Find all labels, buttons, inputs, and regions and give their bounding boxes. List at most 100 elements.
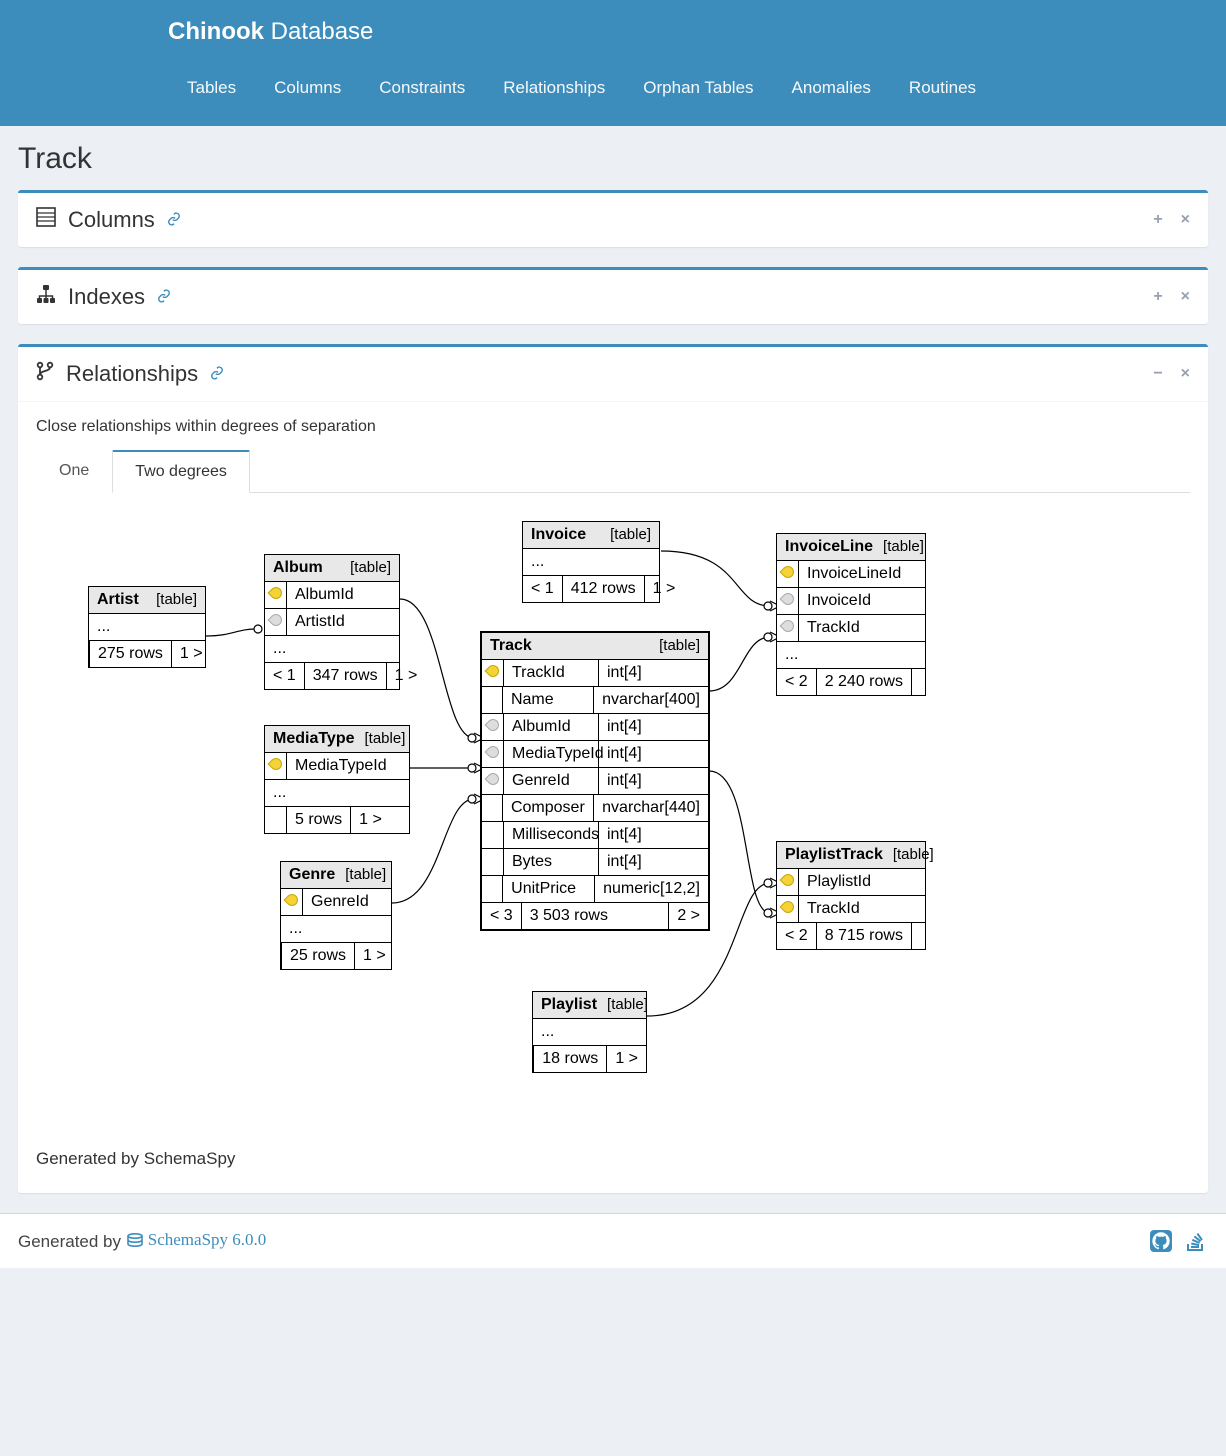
tab-two-degrees[interactable]: Two degrees	[112, 450, 250, 493]
primary-key-icon	[484, 663, 501, 680]
entity-invoiceline[interactable]: InvoiceLine[table] InvoiceLineId Invoice…	[776, 533, 926, 696]
foreign-key-icon	[267, 612, 284, 629]
column-name: Composer	[503, 795, 594, 821]
entity-type: [table]	[156, 591, 197, 608]
anchor-link-icon[interactable]	[157, 289, 171, 306]
branch-icon	[36, 361, 54, 387]
panel-header: Indexes + ×	[18, 270, 1208, 324]
ellipsis: ...	[265, 780, 294, 806]
column-name: TrackId	[504, 660, 599, 686]
column-type: int[4]	[599, 741, 650, 767]
entity-name: PlaylistTrack	[785, 846, 883, 864]
column-name: TrackId	[799, 615, 868, 641]
column-name: TrackId	[799, 896, 868, 922]
row-count: 5 rows	[287, 807, 351, 833]
primary-key-icon	[283, 892, 300, 909]
nav-relationships[interactable]: Relationships	[484, 68, 624, 108]
close-icon[interactable]: ×	[1181, 288, 1190, 306]
collapse-icon[interactable]: −	[1153, 365, 1162, 383]
entity-playlist[interactable]: Playlist[table] ... 18 rows 1 >	[532, 991, 647, 1073]
column-name: GenreId	[303, 889, 377, 915]
anchor-link-icon[interactable]	[167, 212, 181, 229]
page-footer: Generated by SchemaSpy 6.0.0	[0, 1213, 1226, 1268]
entity-type: [table]	[659, 637, 700, 654]
entity-mediatype[interactable]: MediaType[table] MediaTypeId ... 5 rows …	[264, 725, 410, 834]
entity-invoice[interactable]: Invoice[table] ... < 1 412 rows 1 >	[522, 521, 660, 603]
nav-routines[interactable]: Routines	[890, 68, 995, 108]
nav-constraints[interactable]: Constraints	[360, 68, 484, 108]
out-degree: 2 >	[669, 903, 708, 929]
entity-name: MediaType	[273, 730, 355, 748]
column-name: Name	[503, 687, 594, 713]
app-header: Chinook Database Tables Columns Constrai…	[0, 0, 1226, 126]
panel-title-text: Indexes	[68, 284, 145, 310]
column-name: InvoiceId	[799, 588, 879, 614]
entity-album[interactable]: Album[table] AlbumId ArtistId ... < 1 34…	[264, 554, 400, 690]
ellipsis: ...	[89, 614, 118, 640]
column-type: int[4]	[599, 822, 650, 848]
tab-one-degree[interactable]: One	[36, 450, 112, 493]
column-type: int[4]	[599, 768, 650, 794]
entity-name: Track	[490, 637, 532, 655]
close-icon[interactable]: ×	[1181, 365, 1190, 383]
stackoverflow-icon[interactable]	[1182, 1228, 1208, 1254]
foreign-key-icon	[779, 591, 796, 608]
relationships-description: Close relationships within degrees of se…	[36, 418, 1190, 436]
entity-type: [table]	[365, 730, 406, 747]
foreign-key-icon	[484, 744, 501, 761]
foreign-key-icon	[779, 618, 796, 635]
foreign-key-icon	[484, 771, 501, 788]
github-icon[interactable]	[1148, 1228, 1174, 1254]
in-degree: < 2	[777, 669, 817, 695]
out-degree: 1 >	[172, 641, 211, 667]
entity-name: InvoiceLine	[785, 538, 873, 556]
nav-tables[interactable]: Tables	[168, 68, 255, 108]
row-count: 275 rows	[90, 641, 172, 667]
entity-type: [table]	[610, 526, 651, 543]
entity-type: [table]	[893, 846, 934, 863]
entity-name: Artist	[97, 591, 139, 609]
out-degree: 1 >	[607, 1046, 646, 1072]
expand-icon[interactable]: +	[1153, 211, 1162, 229]
entity-type: [table]	[607, 996, 648, 1013]
entity-type: [table]	[345, 866, 386, 883]
entity-track[interactable]: Track[table] TrackIdint[4] Namenvarchar[…	[480, 631, 710, 931]
panel-header: Columns + ×	[18, 193, 1208, 247]
anchor-link-icon[interactable]	[210, 366, 224, 383]
panel-title-text: Columns	[68, 207, 155, 233]
primary-key-icon	[779, 872, 796, 889]
entity-playlisttrack[interactable]: PlaylistTrack[table] PlaylistId TrackId …	[776, 841, 926, 950]
column-name: AlbumId	[504, 714, 599, 740]
in-degree: < 1	[523, 576, 563, 602]
sitemap-icon	[36, 284, 56, 310]
nav-anomalies[interactable]: Anomalies	[773, 68, 890, 108]
panel-title: Indexes	[36, 284, 171, 310]
primary-key-icon	[779, 899, 796, 916]
column-name: Bytes	[504, 849, 599, 875]
in-degree: < 3	[482, 903, 522, 929]
expand-icon[interactable]: +	[1153, 288, 1162, 306]
page-title: Track	[0, 126, 1226, 190]
entity-name: Invoice	[531, 526, 586, 544]
column-type: int[4]	[599, 660, 650, 686]
degree-tabs: One Two degrees	[36, 450, 1190, 493]
erd-diagram: Artist [table] ... 275 rows 1 > Album[tab…	[42, 511, 1002, 1131]
entity-artist[interactable]: Artist[table] ... 275 rows 1 >	[88, 586, 206, 668]
entity-genre[interactable]: Genre[table] GenreId ... 25 rows 1 >	[280, 861, 392, 970]
out-degree: 1 >	[645, 576, 684, 602]
panel-body: Close relationships within degrees of se…	[18, 402, 1208, 1193]
row-count: 25 rows	[282, 943, 355, 969]
panel-indexes: Indexes + ×	[18, 267, 1208, 324]
in-degree: < 2	[777, 923, 817, 949]
nav-columns[interactable]: Columns	[255, 68, 360, 108]
schemaspy-link[interactable]: SchemaSpy 6.0.0	[126, 1230, 267, 1250]
ellipsis: ...	[265, 636, 294, 662]
nav-orphan-tables[interactable]: Orphan Tables	[624, 68, 772, 108]
column-name: InvoiceLineId	[799, 561, 909, 587]
ellipsis: ...	[523, 549, 552, 575]
brand-strong: Chinook	[168, 18, 264, 45]
close-icon[interactable]: ×	[1181, 211, 1190, 229]
column-type: nvarchar[440]	[594, 795, 708, 821]
column-name: ArtistId	[287, 609, 353, 635]
footer-generated-by: Generated by SchemaSpy 6.0.0	[18, 1230, 266, 1252]
